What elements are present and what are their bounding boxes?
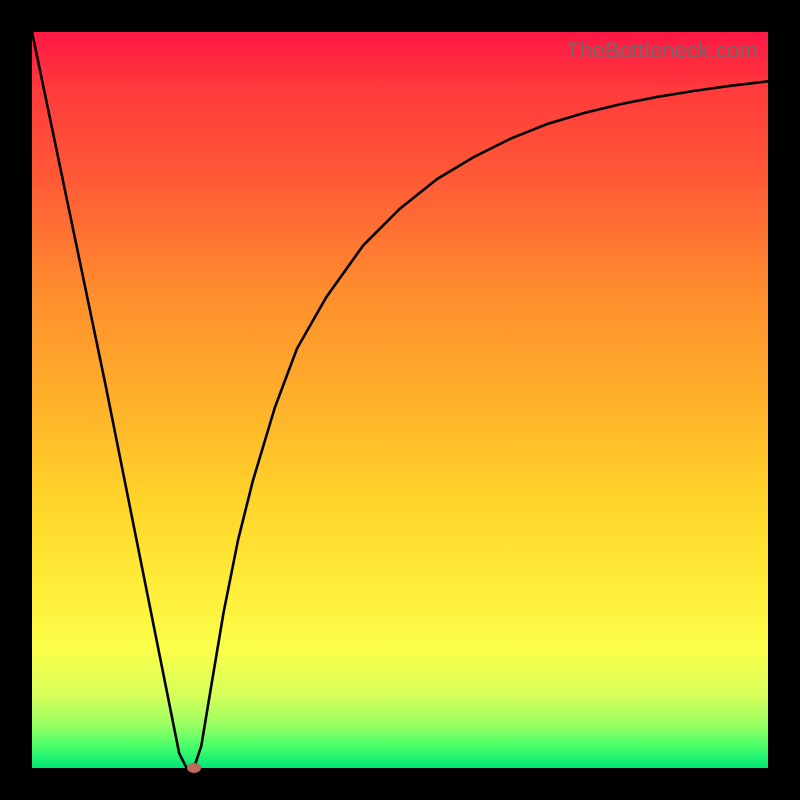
plot-area: TheBottleneck.com: [32, 32, 768, 768]
bottleneck-curve: [32, 32, 768, 768]
optimal-marker: [187, 763, 201, 773]
chart-frame: TheBottleneck.com: [0, 0, 800, 800]
